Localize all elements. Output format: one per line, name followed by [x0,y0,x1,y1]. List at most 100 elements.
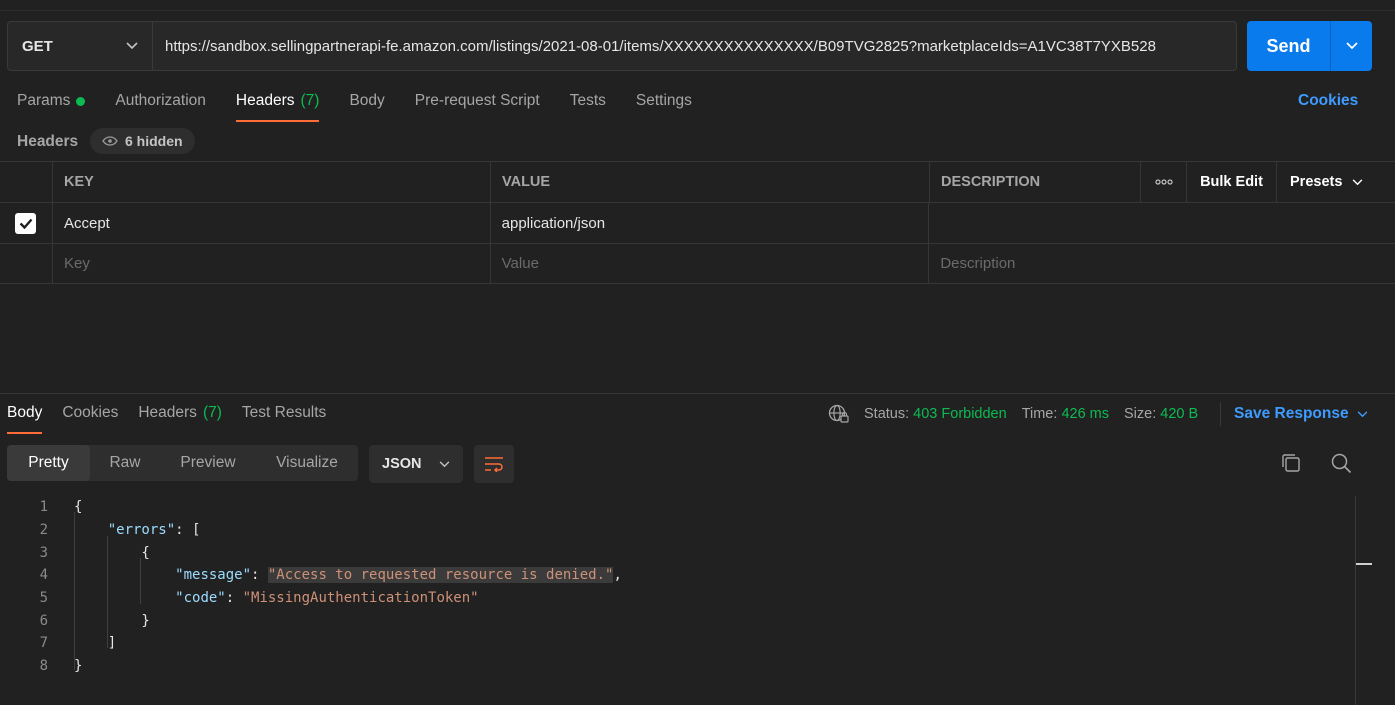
header-description-input[interactable] [929,203,1395,243]
response-tab-cookies[interactable]: Cookies [62,404,118,434]
code-line: 4 "message": "Access to requested resour… [0,564,1350,587]
save-response-button[interactable]: Save Response [1234,405,1368,423]
format-select[interactable]: JSON [369,445,463,483]
time-label: Time: [1021,406,1058,422]
tab-authorization[interactable]: Authorization [115,90,205,122]
chevron-down-icon [1357,410,1367,417]
code-line: 2 "errors": [ [0,519,1350,542]
tab-params[interactable]: Params [17,90,86,122]
code-text: { [74,544,150,561]
response-tab-body[interactable]: Body [7,404,43,434]
json-string-highlighted: "Access to requested resource is denied.… [267,567,614,584]
method-select[interactable]: GET [8,22,153,70]
request-tabs: Params Authorization Headers (7) Body Pre… [17,90,722,122]
checkmark-icon [19,218,33,229]
tab-tests[interactable]: Tests [570,90,606,122]
view-preview[interactable]: Preview [160,445,256,481]
tab-count: (7) [300,92,320,109]
code-text: { [74,499,83,516]
tab-pre-request-script[interactable]: Pre-request Script [415,90,540,122]
chevron-down-icon [126,42,138,50]
scrollbar-position-marker [1356,563,1372,565]
top-divider [0,10,1395,11]
tab-body[interactable]: Body [349,90,384,122]
json-key: "message" [175,567,252,584]
presets-label: Presets [1290,174,1343,190]
more-options-button[interactable] [1141,162,1187,202]
search-button[interactable] [1330,452,1352,478]
globe-lock-icon[interactable] [828,404,850,424]
tab-headers[interactable]: Headers (7) [235,90,320,122]
tab-count: (7) [202,404,222,421]
code-line: 5 "code": "MissingAuthenticationToken" [0,587,1350,610]
tab-label: Body [349,92,385,109]
row-enable-checkbox[interactable] [0,203,53,243]
editor-scrollbar[interactable] [1355,496,1356,705]
line-number: 3 [39,544,48,561]
url-input[interactable]: https://sandbox.sellingpartnerapi-fe.ama… [153,22,1236,70]
tab-label: Pre-request Script [414,92,540,109]
response-tab-headers[interactable]: Headers (7) [138,404,222,434]
hidden-headers-toggle[interactable]: 6 hidden [90,128,195,154]
status-value[interactable]: 403 Forbidden [913,406,1007,422]
send-button[interactable]: Send [1247,21,1372,71]
line-number: 1 [39,499,48,516]
tab-label: Headers [138,404,197,421]
new-value-input[interactable]: Value [491,244,930,283]
headers-table: KEY VALUE DESCRIPTION Bulk Edit Presets … [0,161,1395,284]
new-description-input[interactable]: Description [929,244,1395,283]
tab-label: Settings [635,92,692,109]
params-active-dot [76,97,86,106]
time-value[interactable]: 426 ms [1061,406,1109,422]
headers-section-label: Headers [17,133,79,150]
header-value-input[interactable]: application/json [491,203,930,243]
format-label: JSON [382,456,422,472]
code-text: } [74,658,83,675]
code-line: 6 } [0,609,1350,632]
response-body-editor[interactable]: 1 { 2 "errors": [ 3 { 4 "message": "Acce… [0,496,1350,678]
line-number: 2 [39,522,48,539]
response-tab-test-results[interactable]: Test Results [242,404,326,434]
size-label: Size: [1124,406,1157,422]
header-check-column [0,162,53,202]
search-icon [1331,453,1352,474]
code-text: ] [74,635,117,652]
cookies-link[interactable]: Cookies [1298,92,1358,110]
url-bar: GET https://sandbox.sellingpartnerapi-fe… [7,21,1237,71]
method-label: GET [22,37,53,55]
table-row: Accept application/json [0,202,1395,243]
code-line: 1 { [0,496,1350,519]
chevron-down-icon [1345,42,1358,50]
chevron-down-icon [1353,178,1363,185]
presets-dropdown[interactable]: Presets [1277,162,1395,202]
tab-settings[interactable]: Settings [636,90,692,122]
wrap-lines-button[interactable] [474,445,514,483]
tab-label: Params [17,92,71,109]
view-mode-toggle: Pretty Raw Preview Visualize [7,445,358,481]
send-label: Send [1247,21,1331,71]
header-key-input[interactable]: Accept [53,203,491,243]
line-number: 8 [39,658,48,675]
new-key-input[interactable]: Key [53,244,491,283]
chevron-down-icon [439,460,450,467]
size-value[interactable]: 420 B [1160,406,1198,422]
eye-icon [102,136,118,146]
code-text: "errors": [ [107,522,201,539]
status-label: Status: [864,406,910,422]
send-options-button[interactable] [1331,21,1372,71]
checkbox-checked [15,212,37,234]
row-empty-check [0,244,53,283]
copy-button[interactable] [1280,452,1302,478]
column-description: DESCRIPTION [930,162,1141,202]
bulk-edit-button[interactable]: Bulk Edit [1187,162,1277,202]
view-raw[interactable]: Raw [90,445,160,481]
stats-separator [1220,402,1221,426]
tab-label: Body [7,404,43,421]
code-text: "message": "Access to requested resource… [175,567,622,584]
line-number: 4 [39,567,48,584]
view-visualize[interactable]: Visualize [256,445,358,481]
tab-label: Authorization [115,92,206,109]
more-horizontal-icon [1154,179,1173,185]
code-line: 8 } [0,655,1350,678]
view-pretty[interactable]: Pretty [7,445,90,481]
